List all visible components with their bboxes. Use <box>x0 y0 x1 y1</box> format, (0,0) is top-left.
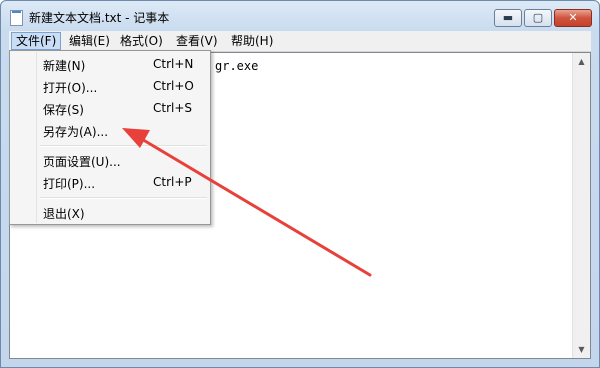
vertical-scrollbar[interactable]: ▲ ▼ <box>572 53 590 358</box>
menu-view[interactable]: 查看(V) <box>171 32 223 50</box>
menu-item-new[interactable]: 新建(N) Ctrl+N <box>12 53 208 75</box>
menu-item-label: 保存(S) <box>43 103 84 117</box>
menu-item-page-setup[interactable]: 页面设置(U)... <box>12 149 208 171</box>
menu-item-shortcut: Ctrl+P <box>153 175 192 189</box>
editor-text: gr.exe <box>215 59 259 73</box>
minimize-button[interactable]: ▬ <box>494 9 522 27</box>
menu-bar: 文件(F) 编辑(E) 格式(O) 查看(V) 帮助(H) <box>9 31 591 52</box>
scroll-down-icon[interactable]: ▼ <box>573 341 590 358</box>
menu-item-shortcut: Ctrl+N <box>153 57 194 71</box>
maximize-button[interactable]: ▢ <box>524 9 552 27</box>
menu-item-save-as[interactable]: 另存为(A)... <box>12 119 208 141</box>
window-title: 新建文本文档.txt - 记事本 <box>29 11 170 25</box>
menu-item-print[interactable]: 打印(P)... Ctrl+P <box>12 171 208 193</box>
menu-help[interactable]: 帮助(H) <box>226 32 278 50</box>
menu-item-save[interactable]: 保存(S) Ctrl+S <box>12 97 208 119</box>
menu-edit[interactable]: 编辑(E) <box>64 32 115 50</box>
menu-item-shortcut: Ctrl+S <box>153 101 193 115</box>
menu-item-label: 页面设置(U)... <box>43 155 121 169</box>
menu-item-label: 打印(P)... <box>43 177 96 191</box>
menu-file[interactable]: 文件(F) <box>11 32 62 50</box>
menu-item-exit[interactable]: 退出(X) <box>12 201 208 223</box>
menu-item-label: 新建(N) <box>43 59 86 73</box>
title-bar[interactable]: 新建文本文档.txt - 记事本 ▬ ▢ ✕ <box>1 1 599 31</box>
menu-format[interactable]: 格式(O) <box>115 32 168 50</box>
menu-item-label: 打开(O)... <box>43 81 98 95</box>
scroll-up-icon[interactable]: ▲ <box>573 53 590 70</box>
menu-item-label: 另存为(A)... <box>43 125 109 139</box>
menu-separator <box>40 145 207 147</box>
menu-item-open[interactable]: 打开(O)... Ctrl+O <box>12 75 208 97</box>
file-menu-dropdown: 新建(N) Ctrl+N 打开(O)... Ctrl+O 保存(S) Ctrl+… <box>9 50 211 225</box>
menu-item-shortcut: Ctrl+O <box>153 79 194 93</box>
close-button[interactable]: ✕ <box>554 9 592 27</box>
menu-separator <box>40 197 207 199</box>
notepad-icon <box>10 10 23 26</box>
menu-item-label: 退出(X) <box>43 207 85 221</box>
